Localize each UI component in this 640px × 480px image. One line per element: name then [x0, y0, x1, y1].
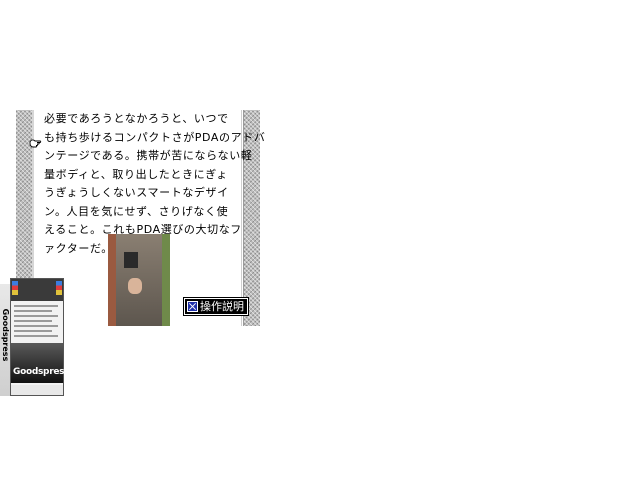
text-line: 量ボディと、取り出したときにぎょ	[44, 167, 228, 181]
photo-hand	[128, 278, 142, 294]
text-line: ン。人目を気にせず、さりげなく使	[44, 204, 229, 218]
article-photo	[108, 234, 170, 326]
text-line: ンテージである。携帯が苦にならない軽	[44, 149, 253, 162]
box-strip	[11, 385, 63, 395]
box-title: Goodspress	[13, 367, 70, 377]
box-header	[11, 279, 63, 301]
box-cover-image	[11, 343, 63, 383]
photo-bag	[124, 252, 138, 268]
logo-icon	[12, 281, 18, 295]
help-button-label: 操作説明	[200, 300, 244, 313]
text-line: うぎょうしくないスマートなデザイ	[44, 186, 229, 199]
spine-title: Goodspress	[1, 308, 10, 362]
x-icon	[187, 301, 198, 312]
help-button[interactable]: 操作説明	[183, 297, 249, 316]
box-front: Goodspress	[10, 278, 70, 396]
text-line: も持ち歩けるコンパクトさがPDAのアドバ	[44, 130, 266, 144]
box-text-lines	[14, 305, 60, 340]
hand-pointer-icon	[29, 139, 42, 148]
magazine-box-icon[interactable]: Goodspress Goodspress	[0, 278, 70, 398]
text-line: 必要であろうとなかろうと、いつで	[44, 112, 229, 125]
logo-icon	[56, 281, 62, 295]
